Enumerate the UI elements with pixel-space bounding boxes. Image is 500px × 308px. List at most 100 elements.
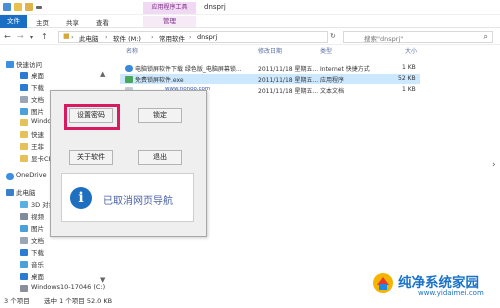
file-size: 1 KB — [402, 86, 416, 93]
nav-downloads[interactable]: 下载 — [31, 82, 44, 92]
download-icon — [20, 84, 28, 91]
up-arrow-icon[interactable]: ↑ — [41, 32, 48, 41]
folder-icon: ■ — [63, 32, 70, 40]
nav-pictures-pc[interactable]: 图片 — [31, 223, 44, 233]
nav-folder-wangfei[interactable]: 王菲 — [31, 141, 44, 151]
file-type: 文本文档 — [320, 88, 345, 95]
document-icon — [20, 237, 28, 244]
download-icon — [20, 249, 28, 256]
application-icon — [125, 76, 133, 83]
folder-icon — [20, 131, 28, 138]
navigation-cancelled-panel: i 已取消网页导航 — [61, 173, 194, 222]
folder-icon — [20, 143, 28, 150]
nav-folder-quick[interactable]: 快速 — [31, 129, 44, 139]
drive-icon — [20, 285, 28, 292]
app-icon — [3, 3, 11, 11]
watermark-logo-icon — [373, 273, 393, 293]
folder-icon[interactable] — [14, 3, 22, 11]
refresh-icon[interactable]: ↻ — [330, 32, 336, 40]
exit-button[interactable]: 退出 — [138, 150, 182, 165]
item-count: 3 个项目 — [4, 297, 30, 305]
pictures-icon — [20, 225, 28, 232]
internet-shortcut-icon — [125, 65, 133, 72]
chevron-right-icon: › — [71, 33, 74, 41]
chevron-right-icon: › — [105, 33, 108, 41]
music-icon — [20, 261, 28, 268]
file-name: 免费锁屏软件.exe — [135, 77, 184, 84]
3d-objects-icon — [20, 201, 28, 208]
search-icon[interactable]: ⌕ — [484, 32, 488, 42]
tab-file[interactable]: 文件 — [0, 15, 27, 28]
column-size[interactable]: 大小 — [405, 46, 417, 57]
breadcrumb-common-software[interactable]: 常用软件 — [159, 33, 185, 43]
nav-desktop-pc[interactable]: 桌面 — [31, 271, 44, 281]
column-type[interactable]: 类型 — [320, 46, 332, 57]
nav-drive-c[interactable]: Windows10-17046 (C:) — [31, 283, 105, 291]
tab-home[interactable]: 主页 — [36, 17, 49, 27]
tab-share[interactable]: 共享 — [66, 17, 79, 27]
new-folder-icon[interactable] — [25, 3, 33, 11]
lock-button[interactable]: 锁定 — [138, 108, 182, 123]
navigation-cancelled-text: 已取消网页导航 — [103, 196, 173, 207]
file-date: 2011/11/18 星期五... — [258, 88, 319, 95]
file-date: 2011/11/18 星期五... — [258, 66, 319, 73]
file-row[interactable]: 电脑锁屏软件下载 绿色版_电脑屏幕锁... 2011/11/18 星期五... … — [120, 63, 420, 73]
quick-access-dropdown-icon[interactable] — [36, 6, 42, 9]
column-name[interactable]: 名称 — [126, 46, 138, 57]
nav-pictures[interactable]: 图片 — [31, 106, 44, 116]
file-size: 1 KB — [402, 64, 416, 71]
desktop-icon — [20, 273, 28, 280]
nav-documents-pc[interactable]: 文档 — [31, 235, 44, 245]
ribbon-tabs: 文件 主页 共享 查看 管理 — [0, 15, 500, 28]
file-size: 52 KB — [398, 75, 416, 82]
breadcrumb-drive[interactable]: 软件 (M:) — [113, 33, 141, 43]
nav-downloads-pc[interactable]: 下载 — [31, 247, 44, 257]
title-bar: 应用程序工具 dnsprj — [0, 0, 500, 15]
application-tools-label: 应用程序工具 — [143, 2, 196, 14]
pictures-icon — [20, 108, 28, 115]
nav-desktop[interactable]: 桌面 — [31, 70, 44, 80]
recent-locations-icon[interactable]: ▾ — [30, 34, 33, 41]
file-name: 电脑锁屏软件下载 绿色版_电脑屏幕锁... — [135, 66, 242, 73]
document-icon — [20, 96, 28, 103]
breadcrumb-dnsprj[interactable]: dnsprj — [197, 33, 217, 41]
search-input[interactable]: 搜索"dnsprj" ⌕ — [343, 31, 493, 43]
nav-music[interactable]: 音乐 — [31, 259, 44, 269]
breadcrumb-this-pc[interactable]: 此电脑 — [79, 33, 99, 43]
nav-quick-access[interactable]: 快速访问 — [16, 59, 42, 69]
back-arrow-icon[interactable]: ← — [4, 32, 11, 41]
file-type: 应用程序 — [320, 77, 345, 84]
folder-icon — [20, 155, 28, 162]
window-title: dnsprj — [204, 3, 226, 11]
column-date-modified[interactable]: 修改日期 — [258, 46, 282, 57]
desktop-icon — [20, 72, 28, 79]
file-row-selected[interactable]: 免费锁屏软件.exe 2011/11/18 星期五... 应用程序 52 KB — [120, 74, 420, 84]
folder-icon — [20, 119, 28, 126]
highlight-frame — [64, 104, 120, 130]
nav-documents[interactable]: 文档 — [31, 94, 44, 104]
chevron-right-icon: › — [151, 33, 154, 41]
address-toolbar: ← → ▾ ↑ ■ › 此电脑 › 软件 (M:) › 常用软件 › dnspr… — [0, 29, 500, 45]
about-button[interactable]: 关于软件 — [69, 150, 113, 165]
nav-this-pc[interactable]: 此电脑 — [16, 187, 36, 197]
search-placeholder: 搜索"dnsprj" — [364, 35, 404, 43]
file-date: 2011/11/18 星期五... — [258, 77, 319, 84]
nav-videos[interactable]: 视频 — [31, 211, 44, 221]
scroll-down-arrow-icon[interactable]: ▼ — [100, 276, 105, 284]
chevron-right-icon: › — [189, 33, 192, 41]
file-type: Internet 快捷方式 — [320, 66, 370, 73]
scroll-right-chevron-icon[interactable]: › — [492, 160, 496, 170]
tab-view[interactable]: 查看 — [96, 17, 109, 27]
star-icon — [6, 61, 14, 68]
cloud-icon — [6, 173, 14, 180]
scroll-up-arrow-icon[interactable]: ▲ — [100, 70, 105, 78]
computer-icon — [6, 189, 14, 196]
nav-onedrive[interactable]: OneDrive — [16, 171, 47, 179]
forward-arrow-icon[interactable]: → — [17, 32, 24, 41]
watermark-url: www.yidaimei.com — [418, 289, 484, 297]
selection-info: 选中 1 个项目 52.0 KB — [44, 297, 113, 305]
info-icon: i — [70, 187, 92, 209]
address-bar[interactable]: ■ › 此电脑 › 软件 (M:) › 常用软件 › dnsprj — [58, 31, 328, 43]
tab-manage[interactable]: 管理 — [143, 16, 196, 27]
video-icon — [20, 213, 28, 220]
